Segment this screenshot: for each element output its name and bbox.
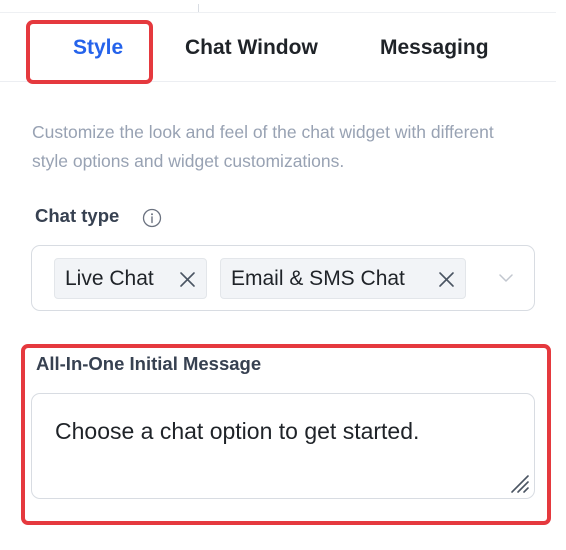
- top-divider: [0, 12, 556, 13]
- chip-label: Email & SMS Chat: [231, 266, 405, 290]
- tab-messaging[interactable]: Messaging: [380, 36, 489, 60]
- chat-type-select[interactable]: Live Chat Email & SMS Chat: [31, 245, 535, 311]
- chevron-down-icon[interactable]: [498, 272, 514, 284]
- settings-tabs: Style Chat Window Messaging: [0, 14, 556, 84]
- info-circle-icon[interactable]: [142, 208, 162, 228]
- chip-email-sms-chat: Email & SMS Chat: [220, 258, 466, 299]
- initial-message-textarea[interactable]: Choose a chat option to get started.: [31, 393, 535, 499]
- initial-message-value: Choose a chat option to get started.: [55, 418, 420, 444]
- style-tab-highlight-box: [26, 20, 153, 84]
- remove-chip-icon[interactable]: [438, 271, 455, 288]
- section-description: Customize the look and feel of the chat …: [32, 122, 494, 171]
- chip-live-chat: Live Chat: [54, 258, 207, 299]
- chip-label: Live Chat: [65, 266, 154, 290]
- remove-chip-icon[interactable]: [179, 271, 196, 288]
- resize-handle-icon[interactable]: [508, 472, 530, 494]
- tab-chat-window[interactable]: Chat Window: [185, 36, 318, 60]
- initial-message-label: All-In-One Initial Message: [36, 353, 262, 374]
- top-divider-tick: [198, 4, 199, 12]
- chat-type-label: Chat type: [35, 205, 120, 226]
